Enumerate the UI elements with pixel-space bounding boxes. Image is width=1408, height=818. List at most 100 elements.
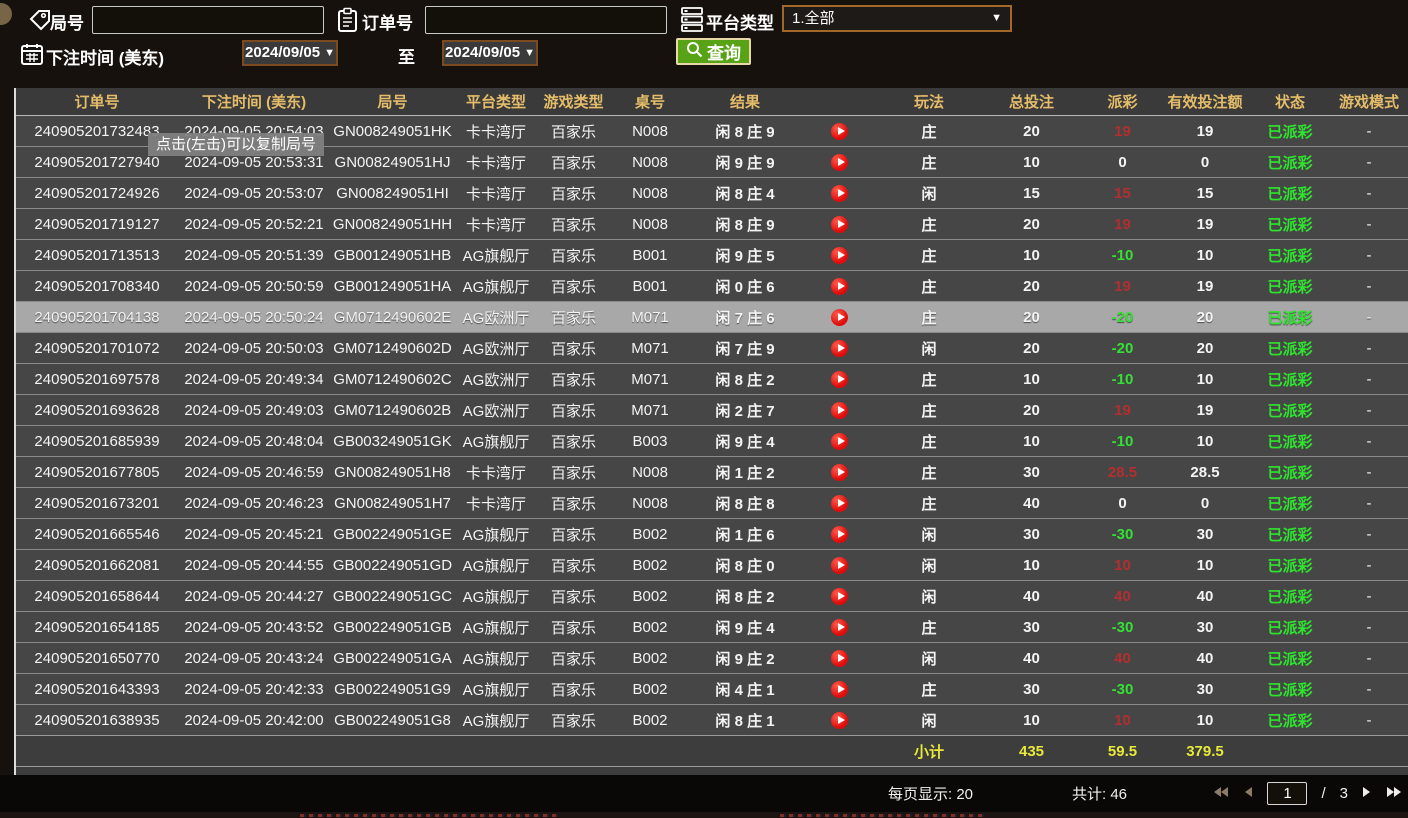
- cell-play: 闲: [878, 555, 980, 576]
- cell-result: 闲 9 庄 9: [690, 152, 800, 173]
- table-row[interactable]: 2409052017135132024-09-05 20:51:39GB0012…: [16, 239, 1408, 270]
- table-row[interactable]: 2409052016586442024-09-05 20:44:27GB0022…: [16, 580, 1408, 611]
- background-circle-fragment: [0, 3, 12, 25]
- cell-replay: [800, 712, 878, 729]
- cell-bet: 30: [980, 526, 1083, 543]
- cell-game_type: 百家乐: [537, 462, 610, 483]
- cell-order: 240905201677805: [16, 464, 178, 481]
- column-header-game: 局号: [330, 91, 455, 112]
- cell-status: 已派彩: [1248, 555, 1332, 576]
- cell-bet: 10: [980, 433, 1083, 450]
- replay-icon[interactable]: [831, 185, 848, 202]
- table-row[interactable]: 2409052016541852024-09-05 20:43:52GB0022…: [16, 611, 1408, 642]
- game-no-input[interactable]: [92, 6, 324, 34]
- replay-icon[interactable]: [831, 495, 848, 512]
- cell-platform: AG欧洲厅: [455, 400, 537, 421]
- replay-icon[interactable]: [831, 154, 848, 171]
- cell-time: 2024-09-05 20:42:00: [178, 712, 330, 729]
- prev-page-button[interactable]: [1243, 786, 1253, 801]
- next-page-button[interactable]: [1362, 786, 1372, 801]
- table-row[interactable]: 2409052017041382024-09-05 20:50:24GM0712…: [16, 301, 1408, 332]
- cell-time: 2024-09-05 20:50:24: [178, 309, 330, 326]
- replay-icon[interactable]: [831, 309, 848, 326]
- cell-game: GB001249051HA: [330, 278, 455, 295]
- table-header-row: 订单号下注时间 (美东)局号平台类型游戏类型桌号结果玩法总投注派彩有效投注额状态…: [16, 88, 1408, 116]
- table-row[interactable]: 2409052017191272024-09-05 20:52:21GN0082…: [16, 208, 1408, 239]
- cell-platform: AG旗舰厅: [455, 586, 537, 607]
- replay-icon[interactable]: [831, 433, 848, 450]
- table-row[interactable]: 2409052016620812024-09-05 20:44:55GB0022…: [16, 549, 1408, 580]
- cell-valid: 0: [1162, 495, 1248, 512]
- cell-payout: 40: [1083, 588, 1162, 605]
- order-no-input[interactable]: [425, 6, 667, 34]
- replay-icon[interactable]: [831, 402, 848, 419]
- replay-icon[interactable]: [831, 526, 848, 543]
- date-from-picker[interactable]: 2024/09/05 ▼: [242, 40, 338, 66]
- search-button[interactable]: 查询: [676, 38, 751, 65]
- table-row[interactable]: 2409052017010722024-09-05 20:50:03GM0712…: [16, 332, 1408, 363]
- replay-icon[interactable]: [831, 619, 848, 636]
- cell-game: GM0712490602E: [330, 309, 455, 326]
- date-to-value: 2024/09/05: [445, 42, 520, 64]
- replay-icon[interactable]: [831, 216, 848, 233]
- table-row[interactable]: 2409052017249262024-09-05 20:53:07GN0082…: [16, 177, 1408, 208]
- cell-play: 庄: [878, 121, 980, 142]
- column-header-platform: 平台类型: [455, 91, 537, 112]
- replay-icon[interactable]: [831, 247, 848, 264]
- cell-result: 闲 2 庄 7: [690, 400, 800, 421]
- replay-icon[interactable]: [831, 650, 848, 667]
- cell-game_type: 百家乐: [537, 369, 610, 390]
- cell-time: 2024-09-05 20:49:34: [178, 371, 330, 388]
- replay-icon[interactable]: [831, 340, 848, 357]
- cell-time: 2024-09-05 20:50:59: [178, 278, 330, 295]
- table-row[interactable]: 2409052016507702024-09-05 20:43:24GB0022…: [16, 642, 1408, 673]
- cell-status: 已派彩: [1248, 121, 1332, 142]
- table-row[interactable]: 2409052017083402024-09-05 20:50:59GB0012…: [16, 270, 1408, 301]
- cell-bet: 30: [980, 619, 1083, 636]
- cell-bet: 20: [980, 340, 1083, 357]
- cell-table_no: B002: [610, 650, 690, 667]
- clipboard-icon: [336, 7, 359, 38]
- cell-table_no: M071: [610, 371, 690, 388]
- cell-table_no: B002: [610, 681, 690, 698]
- cell-time: 2024-09-05 20:52:21: [178, 216, 330, 233]
- date-to-picker[interactable]: 2024/09/05 ▼: [442, 40, 538, 66]
- replay-icon[interactable]: [831, 588, 848, 605]
- cell-payout: 19: [1083, 123, 1162, 140]
- platform-type-select[interactable]: 1.全部 ▼: [782, 5, 1012, 32]
- cell-game: GB002249051GE: [330, 526, 455, 543]
- cell-game: GB002249051GC: [330, 588, 455, 605]
- table-row[interactable]: 2409052016732012024-09-05 20:46:23GN0082…: [16, 487, 1408, 518]
- cell-table_no: N008: [610, 185, 690, 202]
- cell-game_type: 百家乐: [537, 214, 610, 235]
- table-row[interactable]: 2409052016433932024-09-05 20:42:33GB0022…: [16, 673, 1408, 704]
- cell-game: GN008249051H7: [330, 495, 455, 512]
- background-window-edge: [0, 812, 1408, 818]
- last-page-button[interactable]: [1386, 786, 1402, 801]
- order-no-label: 订单号: [362, 9, 413, 34]
- table-row[interactable]: 2409052016389352024-09-05 20:42:00GB0022…: [16, 704, 1408, 735]
- replay-icon[interactable]: [831, 464, 848, 481]
- replay-icon[interactable]: [831, 712, 848, 729]
- cell-result: 闲 8 庄 8: [690, 493, 800, 514]
- replay-icon[interactable]: [831, 123, 848, 140]
- table-row[interactable]: 2409052016655462024-09-05 20:45:21GB0022…: [16, 518, 1408, 549]
- table-row[interactable]: 2409052016975782024-09-05 20:49:34GM0712…: [16, 363, 1408, 394]
- table-row[interactable]: 2409052016778052024-09-05 20:46:59GN0082…: [16, 456, 1408, 487]
- table-row[interactable]: 2409052016936282024-09-05 20:49:03GM0712…: [16, 394, 1408, 425]
- replay-icon[interactable]: [831, 681, 848, 698]
- replay-icon[interactable]: [831, 557, 848, 574]
- first-page-button[interactable]: [1213, 786, 1229, 801]
- cell-bet: 10: [980, 247, 1083, 264]
- cell-status: 已派彩: [1248, 183, 1332, 204]
- replay-icon[interactable]: [831, 278, 848, 295]
- cell-game: GM0712490602C: [330, 371, 455, 388]
- cell-valid: 10: [1162, 557, 1248, 574]
- replay-icon[interactable]: [831, 371, 848, 388]
- cell-game: GN008249051HI: [330, 185, 455, 202]
- current-page-input[interactable]: 1: [1267, 782, 1307, 805]
- cell-replay: [800, 464, 878, 481]
- cell-bet: 40: [980, 650, 1083, 667]
- cell-valid: 10: [1162, 433, 1248, 450]
- table-row[interactable]: 2409052016859392024-09-05 20:48:04GB0032…: [16, 425, 1408, 456]
